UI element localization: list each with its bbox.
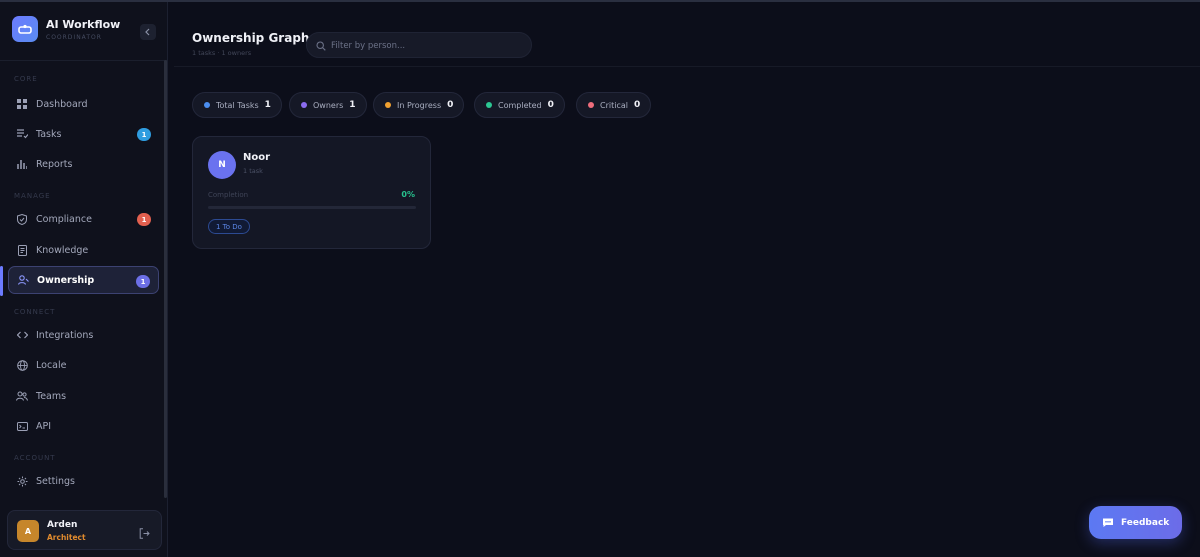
sidebar-item-label: Teams xyxy=(36,390,67,402)
stat-label: In Progress xyxy=(397,100,442,110)
ownership-count-badge: 1 xyxy=(136,275,150,288)
divider xyxy=(0,60,167,61)
gear-icon xyxy=(16,475,28,487)
stat-value: 0 xyxy=(633,100,641,110)
stat-label: Completed xyxy=(498,100,542,110)
divider xyxy=(174,66,1200,67)
status-badge[interactable]: 1 To Do xyxy=(208,219,250,234)
page-subtitle: 1 tasks · 1 owners xyxy=(192,49,252,57)
user-name: Arden xyxy=(47,520,78,530)
sidebar-item-compliance[interactable]: Compliance 1 xyxy=(8,205,159,233)
sidebar-item-locale[interactable]: Locale xyxy=(8,351,159,379)
globe-icon xyxy=(16,359,28,371)
bar-chart-icon xyxy=(16,158,28,170)
sidebar: AI Workflow COORDINATOR CORE Dashboard T… xyxy=(0,2,168,557)
dashboard-icon xyxy=(16,98,28,110)
person-icon xyxy=(17,274,29,286)
stat-completed: Completed 0 xyxy=(474,92,565,118)
stat-value: 0 xyxy=(447,100,454,110)
avatar: N xyxy=(208,151,236,179)
stat-value: 1 xyxy=(349,100,356,110)
owner-card[interactable]: N Noor 1 task Completion 0% 1 To Do xyxy=(192,136,431,249)
completion-label: Completion xyxy=(208,191,249,199)
status-dot xyxy=(385,102,391,108)
avatar: A xyxy=(17,520,39,542)
tasks-icon xyxy=(16,128,28,140)
logout-icon[interactable] xyxy=(139,524,151,539)
sidebar-item-label: Compliance xyxy=(36,213,92,225)
stat-label: Owners xyxy=(313,100,344,110)
feedback-label: Feedback xyxy=(1121,517,1170,528)
section-label-account: ACCOUNT xyxy=(14,454,56,462)
stat-label: Total Tasks xyxy=(216,100,259,110)
status-dot xyxy=(301,102,307,108)
tasks-count-badge: 1 xyxy=(137,128,151,141)
top-border xyxy=(0,0,1200,2)
page-title: Ownership Graph xyxy=(192,31,310,45)
code-icon xyxy=(16,329,28,341)
sidebar-item-label: Tasks xyxy=(36,128,62,140)
owner-task-count: 1 task xyxy=(243,167,263,175)
status-dot xyxy=(588,102,594,108)
sidebar-item-knowledge[interactable]: Knowledge xyxy=(8,236,159,264)
feedback-button[interactable]: Feedback xyxy=(1089,506,1182,539)
sidebar-item-label: API xyxy=(36,420,52,432)
active-indicator xyxy=(0,266,3,296)
sidebar-item-label: Integrations xyxy=(36,329,94,341)
app-subtitle: COORDINATOR xyxy=(46,34,102,41)
stat-value: 0 xyxy=(547,100,554,110)
sidebar-item-integrations[interactable]: Integrations xyxy=(8,321,159,349)
sidebar-item-teams[interactable]: Teams xyxy=(8,382,159,410)
collapse-sidebar-button[interactable] xyxy=(140,24,156,40)
sidebar-scrollbar[interactable] xyxy=(164,60,167,498)
app-title: AI Workflow xyxy=(46,18,121,31)
section-label-connect: CONNECT xyxy=(14,308,56,316)
search-input[interactable] xyxy=(331,37,521,54)
sidebar-item-label: Dashboard xyxy=(36,98,88,110)
chevron-left-icon xyxy=(145,28,150,36)
sidebar-item-reports[interactable]: Reports xyxy=(8,150,159,178)
completion-value: 0% xyxy=(401,190,415,199)
section-label-manage: MANAGE xyxy=(14,192,51,200)
workflow-logo-icon xyxy=(12,16,38,42)
sidebar-item-settings[interactable]: Settings xyxy=(8,467,159,495)
stat-critical: Critical 0 xyxy=(576,92,652,118)
section-label-core: CORE xyxy=(14,75,38,83)
user-card[interactable]: A Arden Architect xyxy=(7,510,162,550)
sidebar-item-label: Reports xyxy=(36,158,73,170)
stat-label: Critical xyxy=(600,100,628,110)
user-role: Architect xyxy=(47,533,86,542)
sidebar-item-label: Ownership xyxy=(37,274,95,286)
status-dot xyxy=(204,102,210,108)
document-icon xyxy=(16,244,28,256)
sidebar-item-dashboard[interactable]: Dashboard xyxy=(8,90,159,118)
compliance-count-badge: 1 xyxy=(137,213,151,226)
owner-name: Noor xyxy=(243,152,271,163)
stat-value: 1 xyxy=(264,100,271,110)
stat-total-tasks: Total Tasks 1 xyxy=(192,92,282,118)
sidebar-item-label: Knowledge xyxy=(36,244,89,256)
sidebar-item-label: Settings xyxy=(36,475,75,487)
team-icon xyxy=(16,390,28,402)
stat-owners: Owners 1 xyxy=(289,92,367,118)
sidebar-item-api[interactable]: API xyxy=(8,412,159,440)
search-icon xyxy=(316,41,326,51)
api-icon xyxy=(16,420,28,432)
sidebar-item-ownership[interactable]: Ownership 1 xyxy=(8,266,159,294)
status-dot xyxy=(486,102,492,108)
search-bar[interactable] xyxy=(306,32,532,58)
shield-check-icon xyxy=(16,213,28,225)
sidebar-item-tasks[interactable]: Tasks 1 xyxy=(8,120,159,148)
sidebar-item-label: Locale xyxy=(36,359,67,371)
completion-progress-bar xyxy=(208,206,416,209)
chat-icon xyxy=(1103,518,1113,527)
stat-in-progress: In Progress 0 xyxy=(373,92,465,118)
